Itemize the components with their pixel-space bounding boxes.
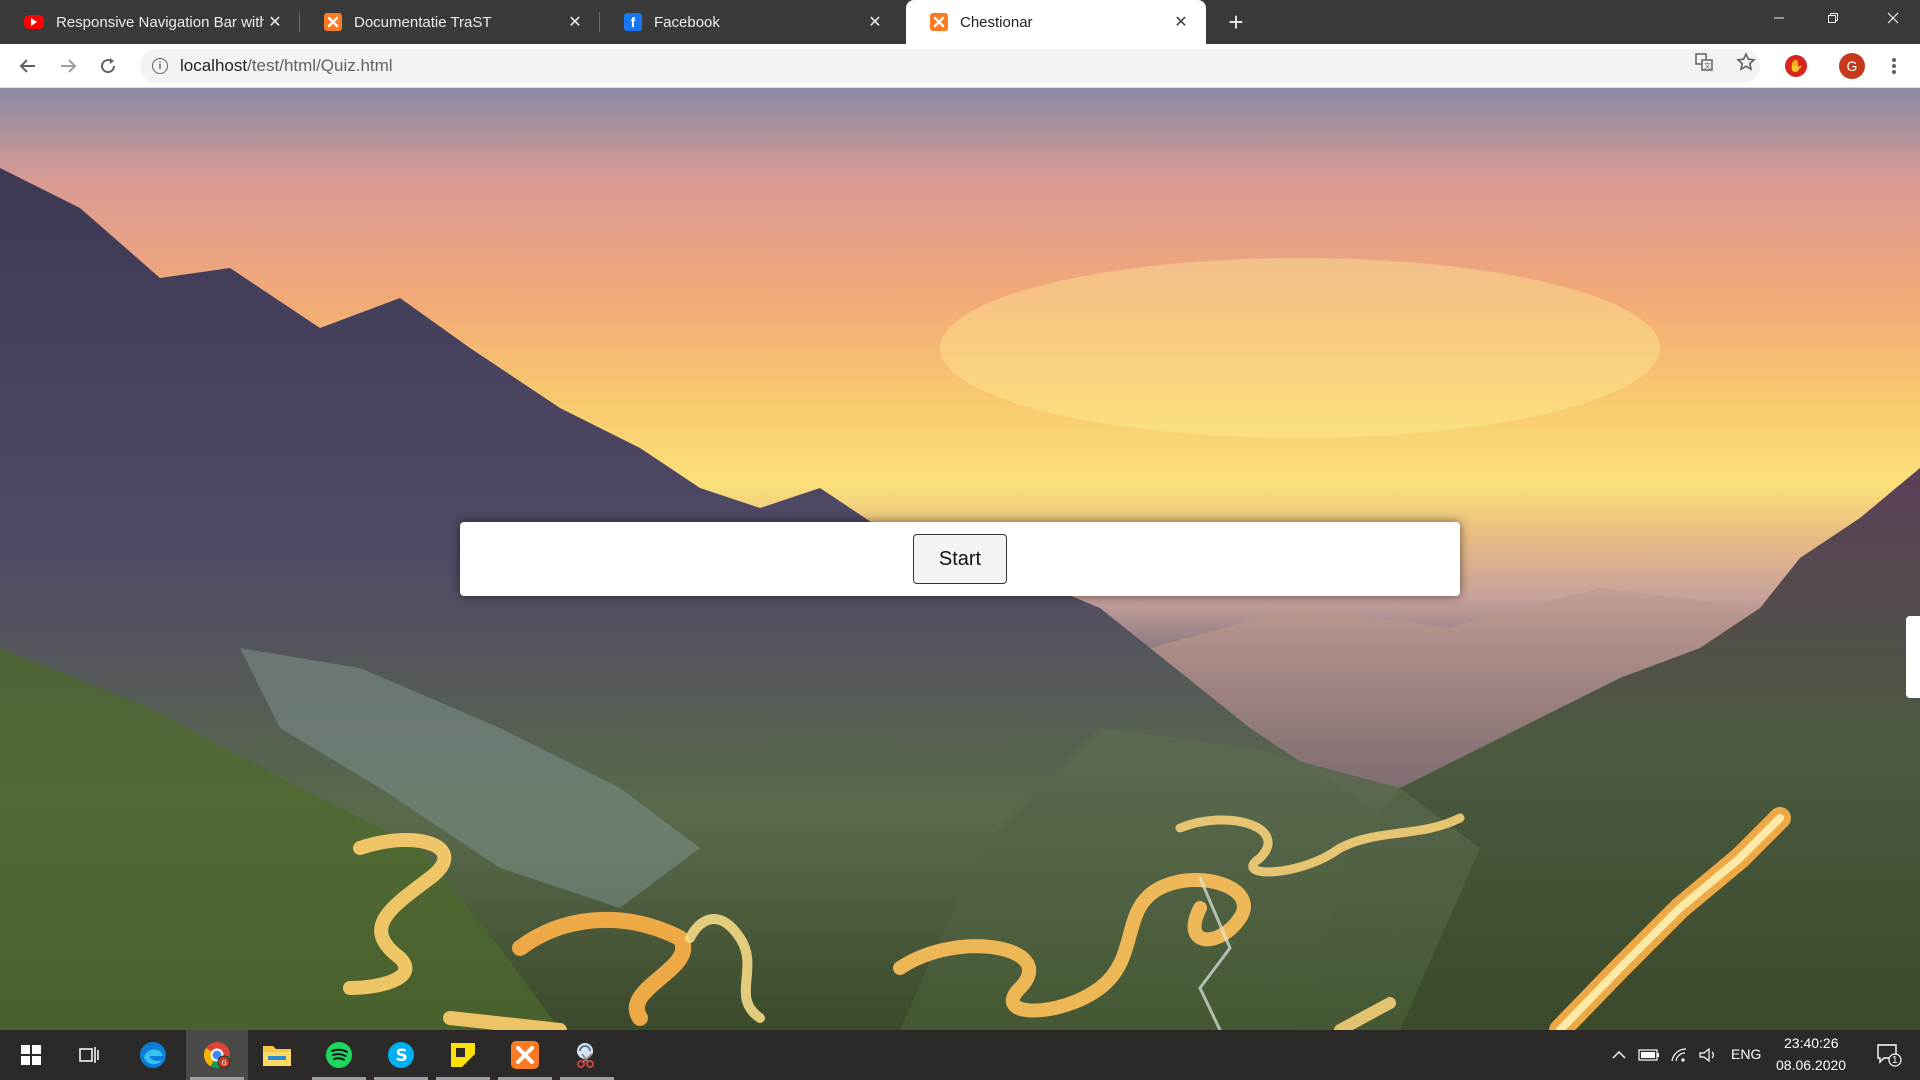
- address-url[interactable]: localhost/test/html/Quiz.html: [180, 56, 393, 76]
- close-icon[interactable]: ✕: [264, 11, 286, 33]
- forward-arrow-icon[interactable]: [52, 50, 84, 82]
- adblock-icon: ✋: [1785, 55, 1807, 77]
- snipping-tool-icon[interactable]: [556, 1030, 618, 1080]
- skype-icon[interactable]: S: [370, 1030, 432, 1080]
- sticky-notes-icon[interactable]: [432, 1030, 494, 1080]
- browser-toolbar: i localhost/test/html/Quiz.html 文 ✋ G: [0, 44, 1920, 88]
- window-close-icon[interactable]: [1866, 0, 1920, 36]
- tab-title: Facebook: [654, 13, 720, 31]
- windows-taskbar: G S ENG 23:40:26 08.06.2020 1: [0, 1030, 1920, 1080]
- spotify-icon[interactable]: [308, 1030, 370, 1080]
- address-bar[interactable]: i localhost/test/html/Quiz.html: [140, 49, 1760, 83]
- battery-icon[interactable]: [1634, 1030, 1664, 1080]
- restore-icon[interactable]: [1806, 0, 1860, 36]
- back-arrow-icon[interactable]: [12, 50, 44, 82]
- reload-icon[interactable]: [92, 50, 124, 82]
- adblock-extension-icon[interactable]: ✋: [1782, 52, 1810, 80]
- xampp-icon: [930, 13, 948, 31]
- svg-text:G: G: [222, 1059, 227, 1067]
- url-path: /test/html/Quiz.html: [247, 56, 393, 75]
- close-icon[interactable]: ✕: [1170, 11, 1192, 33]
- windows-start-icon[interactable]: [0, 1030, 62, 1080]
- minimize-icon[interactable]: [1752, 0, 1806, 36]
- volume-icon[interactable]: [1694, 1030, 1724, 1080]
- avatar-letter: G: [1839, 53, 1865, 79]
- youtube-icon: [24, 15, 44, 29]
- page-viewport: Start: [0, 88, 1920, 1030]
- svg-text:文: 文: [1704, 61, 1711, 70]
- site-info-icon[interactable]: i: [152, 58, 168, 74]
- clock-date[interactable]: 08.06.2020: [1776, 1057, 1846, 1073]
- translate-icon[interactable]: 文: [1694, 52, 1714, 72]
- tab-title: Documentatie TraST: [354, 13, 492, 31]
- side-panel-handle[interactable]: [1906, 616, 1920, 698]
- browser-tab-strip: Responsive Navigation Bar with HTML CSS …: [0, 0, 1920, 44]
- wifi-icon[interactable]: [1664, 1030, 1694, 1080]
- notification-count: 1: [1892, 1055, 1898, 1066]
- clock-time[interactable]: 23:40:26: [1784, 1035, 1839, 1051]
- file-explorer-icon[interactable]: [246, 1030, 308, 1080]
- close-icon[interactable]: ✕: [564, 11, 586, 33]
- quiz-card: Start: [460, 522, 1460, 596]
- new-tab-button[interactable]: +: [1220, 6, 1252, 38]
- notification-center-icon[interactable]: 1: [1858, 1030, 1920, 1080]
- edge-icon[interactable]: [122, 1030, 184, 1080]
- url-host: localhost: [180, 56, 248, 75]
- bookmark-star-icon[interactable]: [1736, 52, 1756, 72]
- task-view-icon[interactable]: [58, 1030, 120, 1080]
- facebook-icon: f: [624, 13, 642, 31]
- tab-title: Responsive Navigation Bar with HTML CSS: [56, 13, 264, 31]
- close-icon[interactable]: ✕: [864, 11, 886, 33]
- tab-chestionar[interactable]: Chestionar ✕: [906, 0, 1206, 44]
- language-indicator[interactable]: ENG: [1731, 1046, 1761, 1062]
- profile-avatar[interactable]: G: [1838, 52, 1866, 80]
- tab-title: Chestionar: [960, 13, 1033, 31]
- chrome-icon[interactable]: G: [186, 1030, 248, 1080]
- svg-text:S: S: [396, 1046, 408, 1066]
- browser-menu-icon[interactable]: [1884, 56, 1904, 76]
- tab-youtube[interactable]: Responsive Navigation Bar with HTML CSS …: [0, 0, 300, 44]
- xampp-icon[interactable]: [494, 1030, 556, 1080]
- tab-documentatie[interactable]: Documentatie TraST ✕: [300, 0, 600, 44]
- start-button[interactable]: Start: [913, 534, 1007, 584]
- tab-facebook[interactable]: f Facebook ✕: [600, 0, 900, 44]
- xampp-icon: [324, 13, 342, 31]
- chevron-up-icon[interactable]: [1604, 1030, 1634, 1080]
